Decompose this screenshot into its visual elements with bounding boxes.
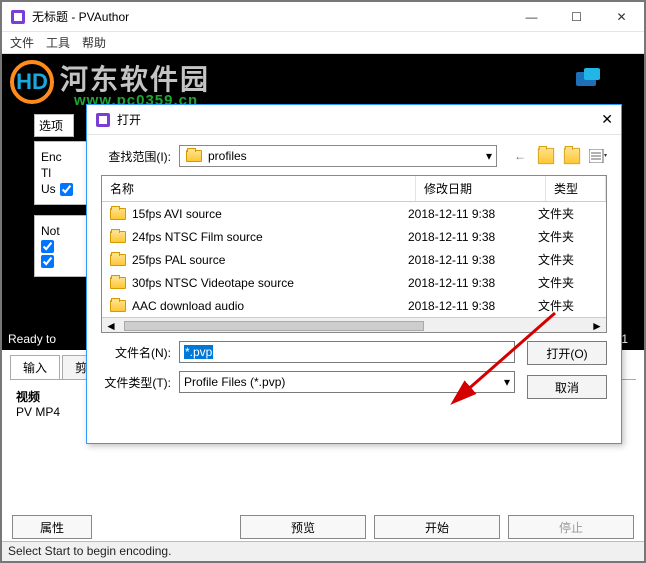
start-button[interactable]: 开始 [374, 515, 500, 539]
menu-file[interactable]: 文件 [10, 34, 34, 51]
col-type[interactable]: 类型 [546, 176, 606, 201]
notify-check-1[interactable] [41, 240, 54, 253]
dialog-title: 打开 [117, 111, 141, 128]
filename-value: *.pvp [184, 345, 213, 359]
cancel-button[interactable]: 取消 [527, 375, 607, 399]
col-name[interactable]: 名称 [102, 176, 416, 201]
folder-icon [110, 300, 126, 312]
folder-icon [110, 231, 126, 243]
attributes-button[interactable]: 属性 [12, 515, 92, 539]
menubar: 文件 工具 帮助 [2, 32, 644, 54]
open-dialog: 打开 ✕ 查找范围(I): profiles ▾ ← [86, 104, 622, 444]
up-folder-icon[interactable] [537, 147, 555, 165]
menu-help[interactable]: 帮助 [82, 34, 106, 51]
new-folder-icon[interactable] [563, 147, 581, 165]
list-item[interactable]: 15fps AVI source2018-12-11 9:38文件夹 [102, 202, 606, 225]
stop-button[interactable]: 停止 [508, 515, 634, 539]
use-label: Us [41, 182, 56, 196]
scroll-right-icon[interactable]: ► [588, 319, 606, 333]
view-menu-icon[interactable] [589, 147, 607, 165]
notify-label: Not [41, 224, 60, 238]
use-checkbox[interactable] [60, 183, 73, 196]
list-item[interactable]: 24fps NTSC Film source2018-12-11 9:38文件夹 [102, 225, 606, 248]
nav-back-icon[interactable]: ← [511, 147, 529, 165]
folder-icon [110, 254, 126, 266]
filetype-label: 文件类型(T): [101, 374, 171, 391]
folder-icon [110, 208, 126, 220]
tl-label: Tl [41, 166, 51, 180]
folder-icon [186, 150, 202, 162]
open-button[interactable]: 打开(O) [527, 341, 607, 365]
filename-label: 文件名(N): [101, 344, 171, 361]
folder-icon [110, 277, 126, 289]
dialog-titlebar: 打开 ✕ [87, 105, 621, 135]
status-ready: Ready to [8, 332, 56, 346]
preview-button[interactable]: 预览 [240, 515, 366, 539]
menu-tools[interactable]: 工具 [46, 34, 70, 51]
file-list[interactable]: 名称 修改日期 类型 15fps AVI source2018-12-11 9:… [101, 175, 607, 333]
chevron-down-icon: ▾ [504, 375, 510, 389]
dialog-icon [95, 112, 111, 128]
app-icon [10, 9, 26, 25]
main-titlebar: 无标题 - PVAuthor — ☐ ✕ [2, 2, 644, 32]
minimize-button[interactable]: — [509, 3, 554, 31]
list-item[interactable]: 30fps NTSC Videotape source2018-12-11 9:… [102, 271, 606, 294]
scroll-thumb[interactable] [124, 321, 424, 331]
look-in-value: profiles [208, 149, 247, 163]
window-title: 无标题 - PVAuthor [32, 8, 129, 25]
close-button[interactable]: ✕ [599, 3, 644, 31]
filetype-combo[interactable]: Profile Files (*.pvp) ▾ [179, 371, 515, 393]
filename-input[interactable]: *.pvp [179, 341, 515, 363]
look-in-label: 查找范围(I): [101, 148, 171, 165]
file-list-body: 15fps AVI source2018-12-11 9:38文件夹 24fps… [102, 202, 606, 317]
list-item[interactable]: 25fps PAL source2018-12-11 9:38文件夹 [102, 248, 606, 271]
file-list-header: 名称 修改日期 类型 [102, 176, 606, 202]
look-in-combo[interactable]: profiles ▾ [179, 145, 497, 167]
list-item[interactable]: AAC download audio2018-12-11 9:38文件夹 [102, 294, 606, 317]
monitor-icon [574, 68, 602, 92]
tab-input[interactable]: 输入 [10, 355, 60, 379]
notify-check-2[interactable] [41, 255, 54, 268]
col-date[interactable]: 修改日期 [416, 176, 546, 201]
enc-label: Enc [41, 150, 62, 164]
hd-badge-icon: HD [10, 60, 54, 104]
dialog-close-button[interactable]: ✕ [601, 111, 613, 128]
main-window: 无标题 - PVAuthor — ☐ ✕ 文件 工具 帮助 HD 河东软件园 w… [2, 2, 644, 561]
options-tab[interactable]: 选项 [34, 114, 74, 137]
footer-buttons: 属性 预览 开始 停止 [12, 515, 634, 539]
chevron-down-icon: ▾ [486, 149, 492, 163]
filetype-value: Profile Files (*.pvp) [184, 375, 285, 389]
maximize-button[interactable]: ☐ [554, 3, 599, 31]
horizontal-scrollbar[interactable]: ◄ ► [102, 317, 606, 333]
statusbar: Select Start to begin encoding. [2, 541, 644, 561]
scroll-left-icon[interactable]: ◄ [102, 319, 120, 333]
